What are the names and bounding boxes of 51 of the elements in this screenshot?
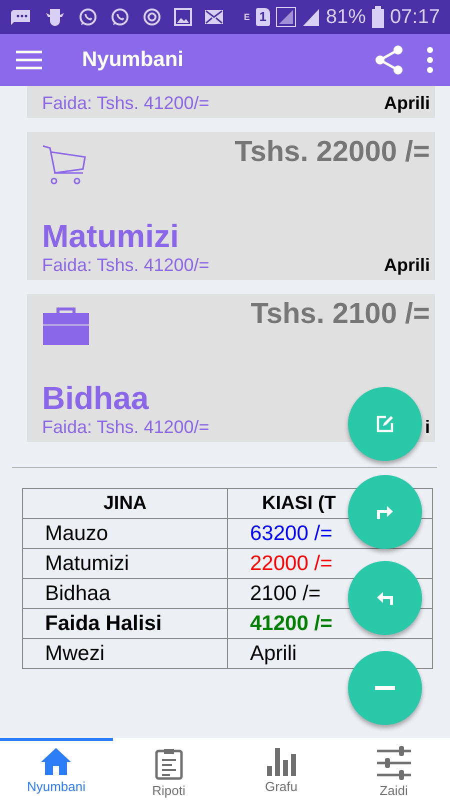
minus-button[interactable]: [348, 651, 422, 725]
table-cell: Bidhaa: [22, 578, 228, 608]
chat-icon: [10, 8, 32, 26]
forward-icon: [375, 504, 395, 520]
table-cell: Mauzo: [22, 518, 228, 548]
amount: Tshs. 22000 /=: [234, 136, 430, 169]
whatsapp-icon: [78, 7, 98, 27]
signal-icon: [276, 7, 296, 27]
back-button[interactable]: [348, 561, 422, 635]
edit-icon: [375, 414, 395, 434]
briefcase-icon: [42, 306, 90, 346]
profit-text: Faida: Tshs. 41200/=: [42, 417, 210, 438]
profit-text: Faida: Tshs. 41200/=: [42, 255, 210, 276]
sim-icon: 1: [256, 8, 270, 26]
home-icon: [39, 746, 74, 776]
month-text: Aprili: [384, 255, 430, 276]
mail-icon: [204, 9, 224, 25]
sliders-icon: [376, 746, 412, 780]
sync-icon: [142, 7, 162, 27]
network-type: E: [244, 12, 250, 22]
more-icon: [426, 47, 434, 73]
minus-icon: [375, 686, 395, 690]
image-icon: [174, 8, 192, 26]
card-title: Matumizi: [42, 217, 180, 255]
nav-tab[interactable]: Zaidi: [338, 738, 450, 800]
bar-chart-icon: [266, 746, 296, 776]
column-header: JINA: [22, 488, 228, 518]
cart-icon: [42, 144, 86, 186]
clipboard-icon: [154, 746, 183, 780]
menu-icon: [16, 50, 42, 70]
profit-text: Faida: Tshs. 41200/=: [42, 93, 210, 114]
battery-level: 81%: [326, 6, 366, 28]
battery-icon: [372, 6, 384, 28]
share-icon: [374, 45, 404, 75]
table-cell: Matumizi: [22, 548, 228, 578]
table-cell: Faida Halisi: [22, 608, 228, 638]
month-text: i: [424, 417, 430, 438]
amount: Tshs. 2100 /=: [250, 298, 430, 331]
signal-icon: [302, 7, 320, 27]
nav-tab[interactable]: Nyumbani: [0, 738, 112, 800]
month-text: Aprili: [384, 93, 430, 114]
back-icon: [375, 590, 395, 606]
app-icon: [44, 7, 66, 27]
table-cell: Mwezi: [22, 638, 228, 668]
card-title: Bidhaa: [42, 379, 150, 417]
nav-tab[interactable]: Ripoti: [112, 738, 225, 800]
clock: 07:17: [390, 6, 440, 28]
forward-button[interactable]: [348, 475, 422, 549]
app-title: Nyumbani: [82, 48, 185, 72]
nav-tab[interactable]: Grafu: [225, 738, 338, 800]
whatsapp-icon: [110, 7, 130, 27]
